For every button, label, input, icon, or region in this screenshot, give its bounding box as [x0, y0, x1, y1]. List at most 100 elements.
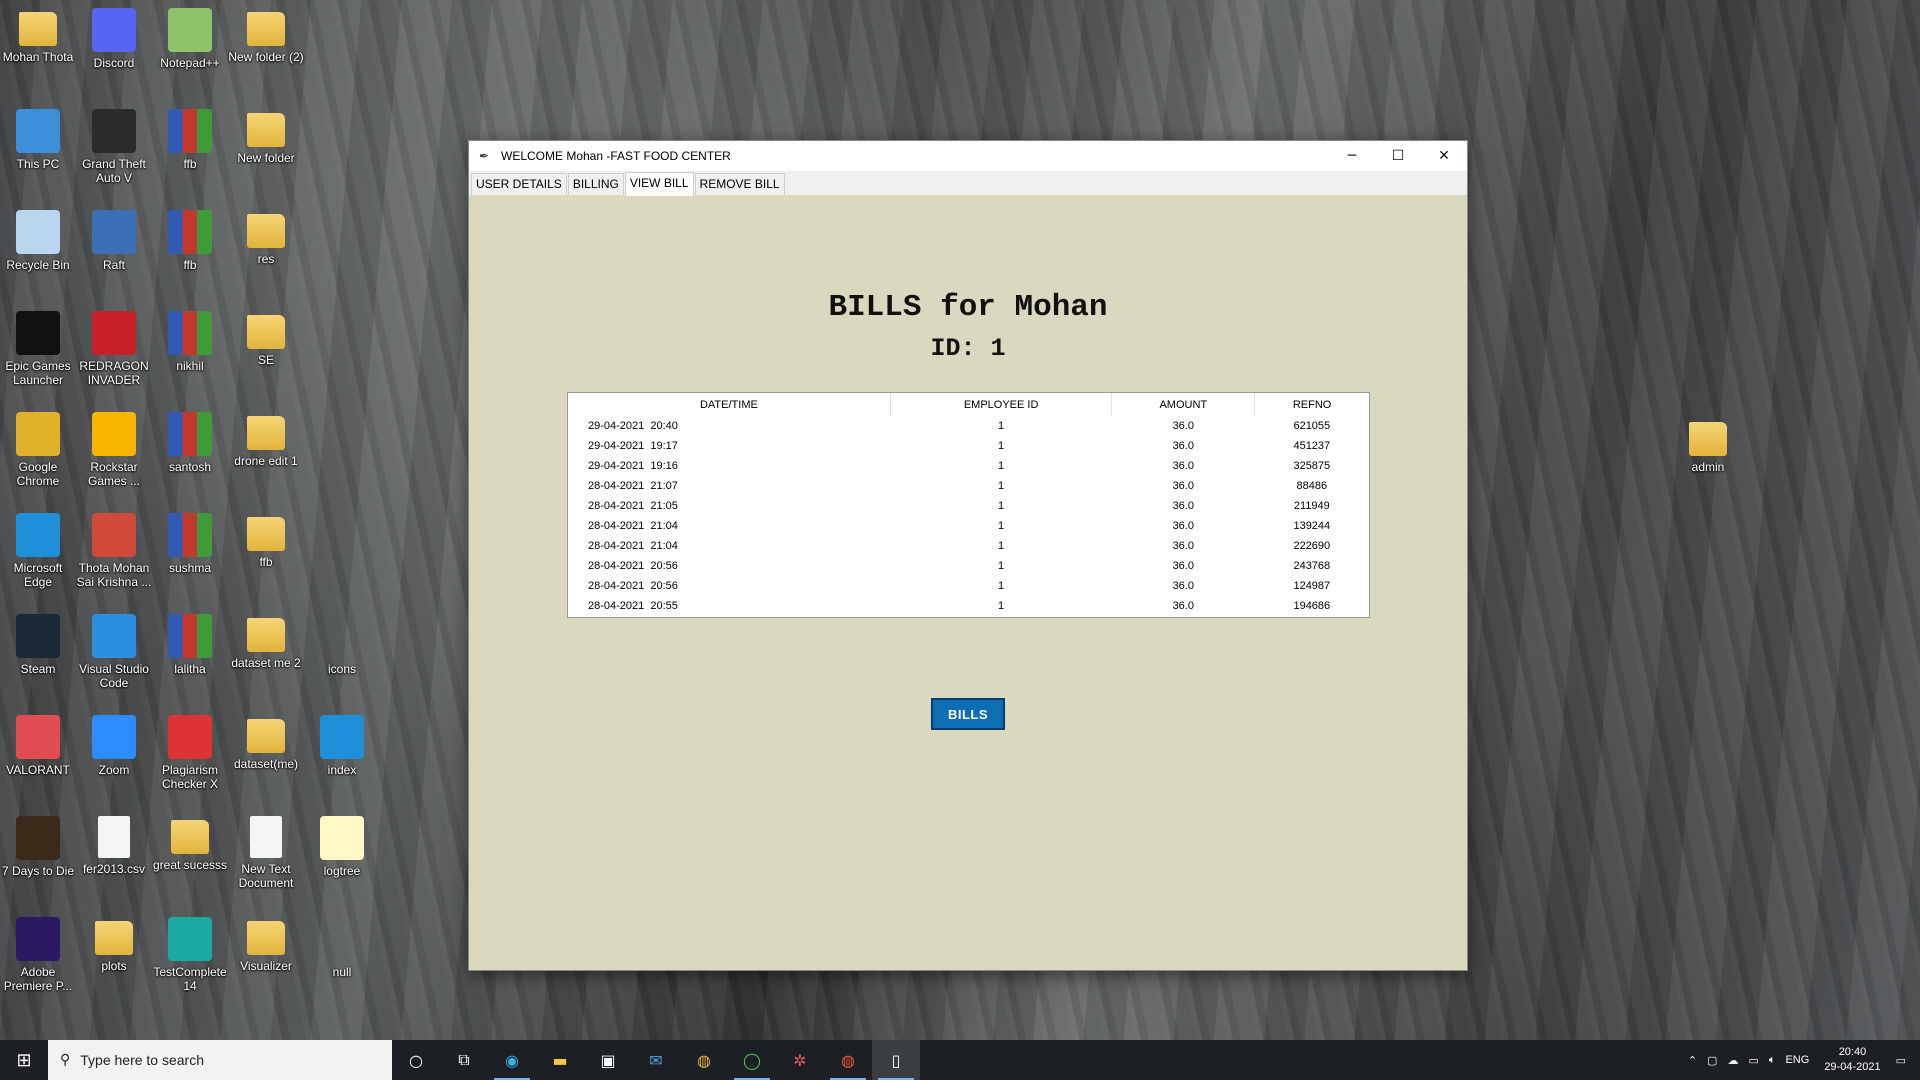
desktop-icon-item[interactable]: Recycle Bin: [0, 202, 76, 298]
desktop-icon-item[interactable]: Epic Games Launcher: [0, 303, 76, 399]
tab-remove-bill[interactable]: REMOVE BILL: [694, 173, 785, 195]
cloud-icon[interactable]: ☁: [1727, 1054, 1738, 1067]
chrome-profile-icon[interactable]: ◍: [824, 1040, 872, 1080]
table-cell: 194686: [1293, 600, 1331, 612]
desktop-icon-item[interactable]: Notepad++: [152, 0, 228, 96]
windows-start-icon[interactable]: ⊞: [0, 1040, 48, 1080]
desktop-icon-item[interactable]: Mohan Thota: [0, 0, 76, 96]
language-indicator[interactable]: ENG: [1785, 1054, 1809, 1066]
desktop-icon-item[interactable]: ffb: [228, 505, 304, 601]
desktop-icon-item[interactable]: SE: [228, 303, 304, 399]
desktop-icon-item[interactable]: Zoom: [76, 707, 152, 803]
desktop-icon-item[interactable]: Steam: [0, 606, 76, 702]
table-row[interactable]: 28-04-2021 20:56 1 36.0 243768: [568, 556, 1369, 576]
desktop-icon-item[interactable]: dataset me 2: [228, 606, 304, 702]
table-row[interactable]: 29-04-2021 19:16 1 36.0 325875: [568, 456, 1369, 476]
desktop-icon-label: 7 Days to Die: [1, 864, 75, 878]
tkinter-window-icon[interactable]: ▯: [872, 1040, 920, 1080]
network-icon[interactable]: ▭: [1748, 1054, 1758, 1067]
volume-icon[interactable]: 🔈︎: [1769, 1054, 1776, 1067]
notification-icon[interactable]: ▭: [1896, 1054, 1906, 1067]
desktop-icon-item[interactable]: nikhil: [152, 303, 228, 399]
circle-app-icon[interactable]: ◯: [728, 1040, 776, 1080]
window-title: WELCOME Mohan -FAST FOOD CENTER: [501, 149, 731, 163]
minimize-button[interactable]: ─: [1329, 141, 1375, 171]
table-row[interactable]: 28-04-2021 21:07 1 36.0 88486: [568, 476, 1369, 496]
desktop-icon-item[interactable]: Thota Mohan Sai Krishna ...: [76, 505, 152, 601]
tab-user-details[interactable]: USER DETAILS: [471, 173, 567, 195]
app-window: ✒ WELCOME Mohan -FAST FOOD CENTER ─ ☐ ✕ …: [468, 140, 1468, 971]
desktop-icon-item[interactable]: great sucesss: [152, 808, 228, 904]
column-header-refno[interactable]: REFNO: [1255, 393, 1369, 416]
taskbar-search-box[interactable]: ⚲ Type here to search: [48, 1040, 392, 1080]
desktop-icon-item[interactable]: Visual Studio Code: [76, 606, 152, 702]
table-row[interactable]: 28-04-2021 20:55 1 36.0 194686: [568, 596, 1369, 616]
desktop-icon-item[interactable]: TestComplete 14: [152, 909, 228, 1005]
desktop-icon-item[interactable]: This PC: [0, 101, 76, 197]
desktop-icon-item[interactable]: icons: [304, 606, 380, 702]
chrome-icon[interactable]: ◍: [680, 1040, 728, 1080]
table-row[interactable]: 28-04-2021 21:04 1 36.0 222690: [568, 536, 1369, 556]
desktop-icon-item[interactable]: dataset(me): [228, 707, 304, 803]
desktop-icon-item[interactable]: plots: [76, 909, 152, 1005]
table-row[interactable]: 29-04-2021 19:17 1 36.0 451237: [568, 436, 1369, 456]
tab-view-bill[interactable]: VIEW BILL: [624, 172, 694, 196]
desktop-icon-item[interactable]: New folder: [228, 101, 304, 197]
mail-icon[interactable]: ✉: [632, 1040, 680, 1080]
desktop-icon-item[interactable]: fer2013.csv: [76, 808, 152, 904]
desktop-icon-item[interactable]: santosh: [152, 404, 228, 500]
desktop-icon-label: Notepad++: [160, 56, 220, 70]
desktop-icon-item[interactable]: sushma: [152, 505, 228, 601]
desktop-icon-item[interactable]: ffb: [152, 101, 228, 197]
table-row[interactable]: 28-04-2021 21:04 1 36.0 139244: [568, 516, 1369, 536]
table-row[interactable]: 28-04-2021 21:05 1 36.0 211949: [568, 496, 1369, 516]
desktop-icon-item[interactable]: Grand Theft Auto V: [76, 101, 152, 197]
desktop-icon-item[interactable]: lalitha: [152, 606, 228, 702]
table-cell: 36.0: [1172, 480, 1194, 492]
desktop-icon-item[interactable]: null: [304, 909, 380, 1005]
desktop-icon-item[interactable]: Plagiarism Checker X: [152, 707, 228, 803]
tab-billing[interactable]: BILLING: [567, 173, 624, 195]
desktop-icon-label: santosh: [168, 460, 212, 474]
desktop-icon-item[interactable]: Adobe Premiere P...: [0, 909, 76, 1005]
desktop-icon-item[interactable]: Rockstar Games ...: [76, 404, 152, 500]
store-icon[interactable]: ▣: [584, 1040, 632, 1080]
desktop-icon-item[interactable]: index: [304, 707, 380, 803]
column-header-employee-id[interactable]: EMPLOYEE ID: [890, 393, 1113, 416]
column-header-amount[interactable]: AMOUNT: [1111, 393, 1256, 416]
desktop-icon-item[interactable]: res: [228, 202, 304, 298]
column-header-datetime[interactable]: DATE/TIME: [568, 393, 891, 416]
table-cell: 1: [998, 500, 1005, 512]
device-icon[interactable]: ▢: [1707, 1054, 1717, 1067]
chevron-up-icon[interactable]: ⌃: [1688, 1054, 1697, 1067]
desktop-icon-item[interactable]: Visualizer: [228, 909, 304, 1005]
table-cell: 36.0: [1172, 500, 1194, 512]
bills-button[interactable]: BILLS: [931, 698, 1005, 730]
table-row[interactable]: 28-04-2021 20:56 1 36.0 124987: [568, 576, 1369, 596]
task-view-icon[interactable]: ⧉: [440, 1040, 488, 1080]
close-button[interactable]: ✕: [1421, 141, 1467, 171]
desktop-icon-item[interactable]: Microsoft Edge: [0, 505, 76, 601]
desktop-icon-item[interactable]: 7 Days to Die: [0, 808, 76, 904]
desktop-icon-item[interactable]: VALORANT: [0, 707, 76, 803]
cortana-icon[interactable]: ○: [392, 1040, 440, 1080]
desktop-icon-item[interactable]: logtree: [304, 808, 380, 904]
desktop-icon-item[interactable]: Raft: [76, 202, 152, 298]
premiere-icon: [16, 917, 60, 961]
desktop-icon-item[interactable]: Discord: [76, 0, 152, 96]
desktop-icon-item[interactable]: Google Chrome: [0, 404, 76, 500]
desktop-icon-item[interactable]: New folder (2): [228, 0, 304, 96]
table-row[interactable]: 29-04-2021 20:40 1 36.0 621055: [568, 416, 1369, 436]
desktop-icon-item[interactable]: REDRAGON INVADER: [76, 303, 152, 399]
settings-gear-icon[interactable]: ✲: [776, 1040, 824, 1080]
desktop-icon-item[interactable]: ffb: [152, 202, 228, 298]
edge-icon[interactable]: ◉: [488, 1040, 536, 1080]
clock[interactable]: 20:40 29-04-2021: [1824, 1045, 1880, 1075]
file-explorer-icon[interactable]: ▬: [536, 1040, 584, 1080]
desktop-icon-admin[interactable]: admin: [1670, 410, 1746, 506]
maximize-button[interactable]: ☐: [1375, 141, 1421, 171]
desktop-icon-item[interactable]: New Text Document: [228, 808, 304, 904]
desktop-icon-item[interactable]: drone edit 1: [228, 404, 304, 500]
window-controls: ─ ☐ ✕: [1329, 141, 1467, 171]
title-bar[interactable]: ✒ WELCOME Mohan -FAST FOOD CENTER ─ ☐ ✕: [469, 141, 1467, 171]
